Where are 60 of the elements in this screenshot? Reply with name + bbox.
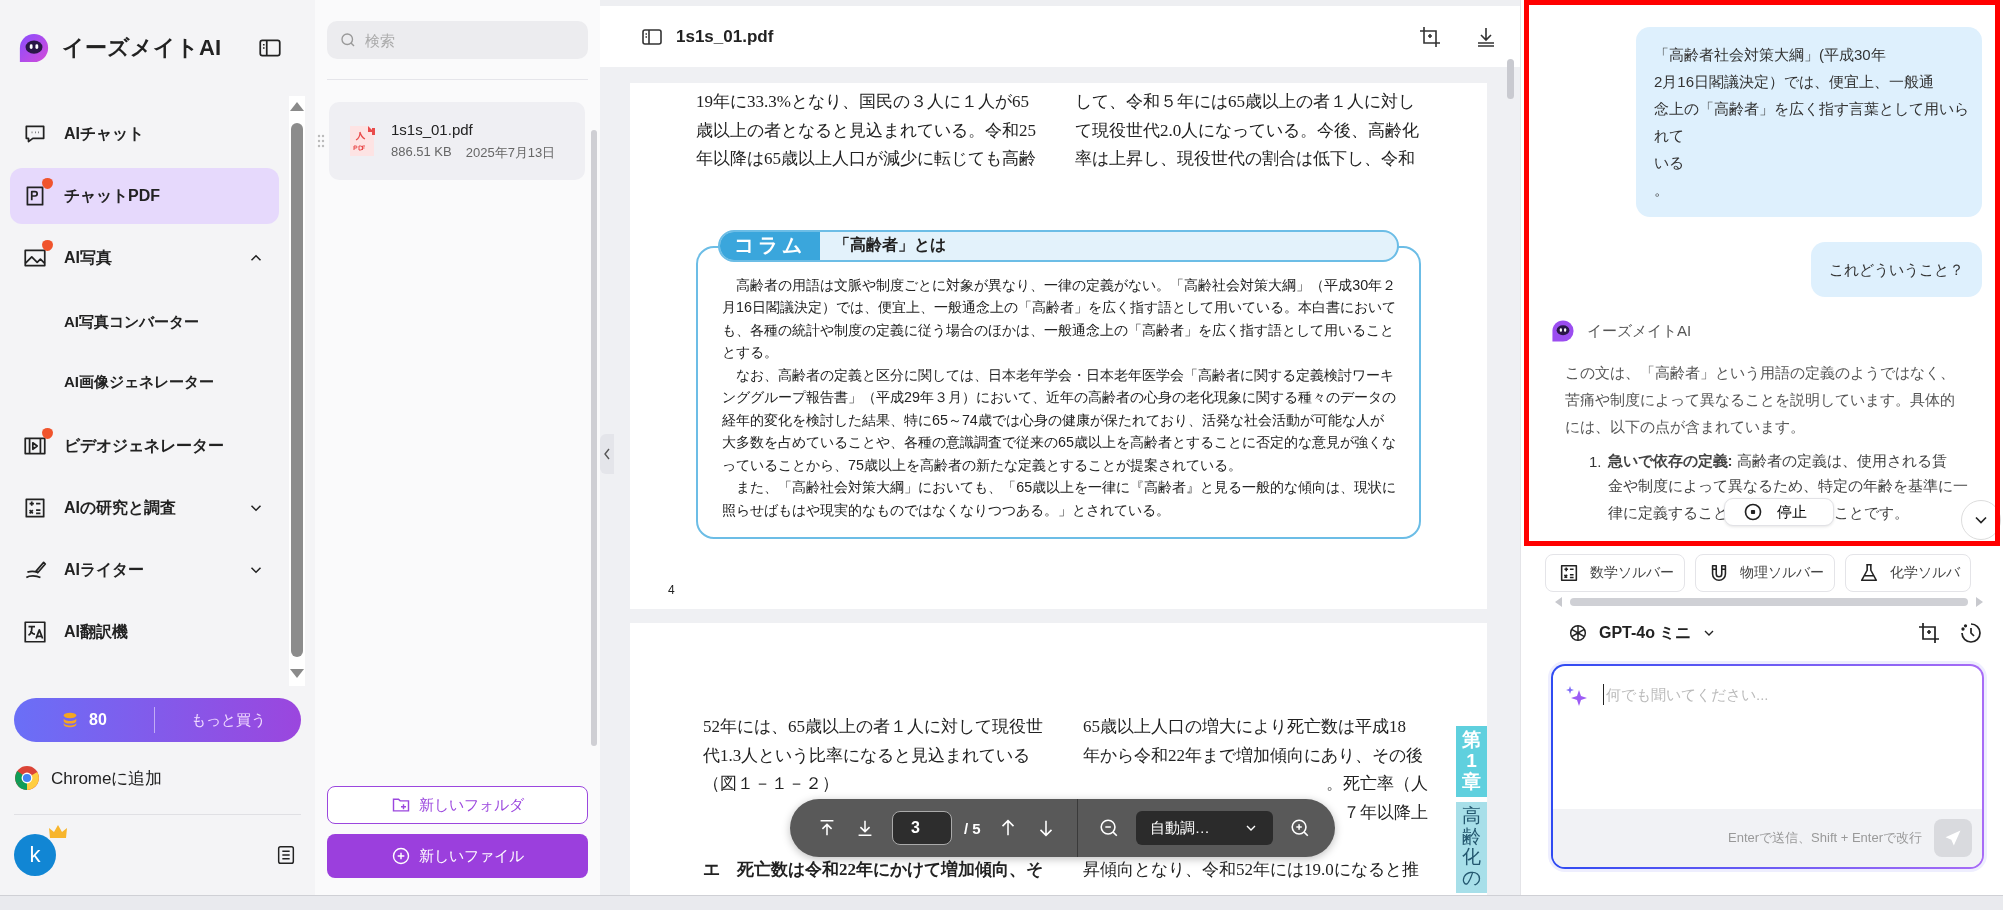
search-field[interactable]: 検索 (327, 21, 588, 59)
column-paragraph: なお、高齢者の定義と区分に関しては、日本老年学会・日本老年医学会「高齢者に関する定義検討ワーキンググループ報告書」（平成29年３月）において、近年の高齢者の心身の老化現象に関する種々のデータの経年的変化を検討した結果、特に65～74歳では心身の健康が保たれており、活発な社会活動が可能な人が大多数を占めていることや、各種の意識調査で従来の65歳以上を高齢者とすることに否定的な意見が強くなっていることから、75歳以上を高齢者の新たな定義とすることが提案されている。 (722, 365, 1397, 475)
nav-item[interactable]: AI写真 (10, 230, 279, 286)
stop-button[interactable]: 停止 (1723, 498, 1834, 526)
nav-subitem[interactable]: AI画像ジェネレーター (10, 352, 279, 412)
column-paragraph: 高齢者の用語は文脈や制度ごとに対象が異なり、一律の定義がない。「高齢社会対策大綱」（平成30年２月16日閣議決定）では、便宜上、一般通念上の「高齢者」を広く指す語として用いている。本白書においても、各種の統計や制度の定義に従う場合のほかは、一般通念上の「高齢者」を広く指す語として用いることとする。 (722, 275, 1397, 362)
body-text-line: して、令和５年には65歳以上の者１人に対し (1075, 91, 1416, 113)
tool-chip[interactable]: 化学ソルバ (1845, 554, 1971, 592)
body-text-line: 代1.3人という比率になると見込まれている (703, 744, 1032, 767)
input-hint: Enterで送信、Shift + Enterで改行 (1728, 829, 1922, 847)
page-number-field[interactable]: 3 (892, 811, 952, 845)
body-text-line: 52年には、65歳以上の者１人に対して現役世 (703, 716, 1044, 738)
new-folder-button[interactable]: 新しいフォルダ (327, 786, 588, 824)
page-number: 4 (668, 583, 676, 597)
list-item-text: ことです。 (1833, 502, 1909, 523)
body-text-line: 65歳以上人口の増大により死亡数は平成18 (1083, 716, 1407, 738)
body-text-line: （図１－１－２） (703, 773, 840, 795)
document-title: 1s1s_01.pdf (676, 26, 774, 47)
column-paragraph: また、「高齢社会対策大綱」においても、「65歳以上を一律に『高齢者』と見る一般的な傾向は、現状に照らせばもはや現実的なものではなくなりつつある。」とされている。 (722, 478, 1397, 520)
tool-chip[interactable]: 物理ソルバー (1695, 554, 1835, 592)
model-selector[interactable]: GPT-4o ミニ (1567, 622, 1718, 644)
nav-subitem[interactable]: AI写真コンバーター (10, 292, 279, 352)
app-name: イーズメイトAI (62, 34, 221, 62)
user-message: 「高齢者社会対策大綱」(平成30年 2月16日閣議決定）では、便宜上、一般通 念上の「高齢者」を広く指す言葉として用いら れて いる 。 (1636, 27, 1982, 217)
nav-item[interactable]: ビデオジェネレーター (10, 418, 279, 474)
tool-chip[interactable]: 数学ソルバー (1545, 554, 1685, 592)
credits-bar[interactable]: 80 もっと買う (14, 698, 301, 742)
body-text-line: 年から令和22年まで増加傾向にあり、その後 (1083, 744, 1424, 767)
file-name: 1s1s_01.pdf (391, 120, 474, 138)
nav-item[interactable]: チャットPDF (10, 168, 279, 224)
column-title: 「高齢者」とは (834, 235, 946, 255)
add-to-chrome-link[interactable]: Chromeに追加 (0, 742, 315, 814)
buy-more-link[interactable]: もっと買う (155, 710, 301, 730)
body-text-line: 率は上昇し、現役世代の割合は低下し、令和 (1075, 148, 1416, 170)
user-avatar[interactable]: k (14, 834, 56, 876)
list-item-text: 急いで依存の定義: 高齢者の定義は、使用される賃 (1607, 451, 1948, 471)
list-item-text: 金や制度によって異なるため、特定の年齢を基準に一 (1607, 476, 1968, 496)
new-file-button[interactable]: 新しいファイル (327, 834, 588, 878)
body-text-line: て現役世代2.0人になっている。今後、高齢化 (1075, 119, 1420, 142)
file-card[interactable]: 1s1s_01.pdf 886.51 KB 2025年7月13日 (329, 102, 585, 180)
body-text-line: 年以降は65歳以上人口が減少に転じても高齢 (696, 148, 1037, 170)
body-text-line: 歳以上の者となると見込まれている。令和25 (696, 119, 1037, 142)
nav-item[interactable]: AIチャット (10, 106, 279, 162)
bot-name: イーズメイトAI (1587, 321, 1692, 341)
body-text-line: 。死亡率（人 (1326, 773, 1428, 795)
nav-item[interactable]: AIライター (10, 542, 279, 598)
body-text-line: 昇傾向となり、令和52年には19.0になると推 (1083, 858, 1420, 881)
user-message: これどういうこと？ (1811, 242, 1982, 297)
file-size: 886.51 KB (391, 143, 452, 161)
file-date: 2025年7月13日 (465, 143, 556, 162)
body-text-line: ７年以降上 (1343, 801, 1428, 824)
credit-count: 80 (89, 711, 107, 729)
section-heading: エ 死亡数は令和22年にかけて増加傾向、そ (703, 858, 1044, 881)
page-count: / 5 (964, 819, 981, 837)
body-text-line: 19年に33.3%となり、国民の３人に１人が65 (696, 91, 1030, 113)
zoom-dropdown[interactable]: 自動調… (1135, 811, 1273, 845)
nav-item[interactable]: AI翻訳機 (10, 604, 279, 660)
bot-message: この文は、「高齢者」という用語の定義のようではなく、苦痛や制度によって異なることを説明しています。具体的には、以下の点が含まれています。 (1565, 363, 1955, 437)
list-number: 1. (1589, 452, 1602, 472)
nav-item[interactable]: AIの研究と調査 (10, 480, 279, 536)
